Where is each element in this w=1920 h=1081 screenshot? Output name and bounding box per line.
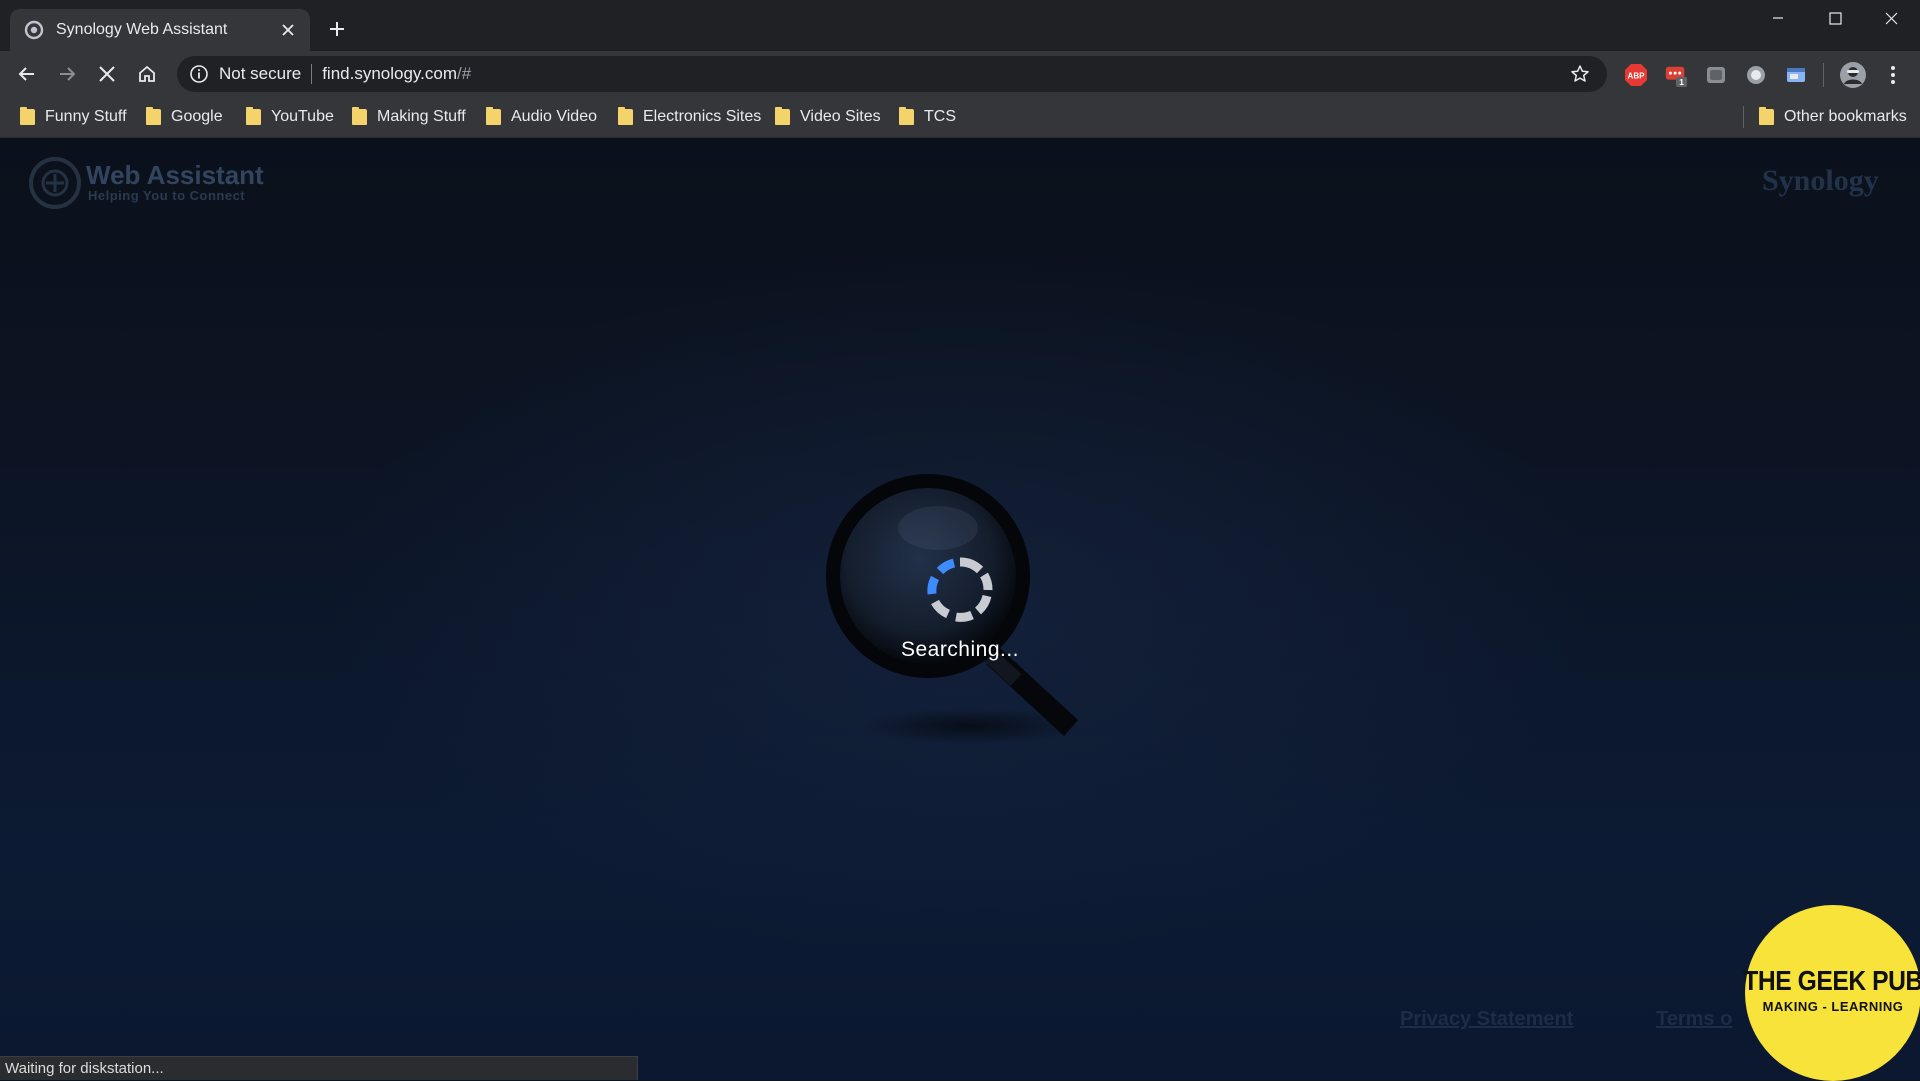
folder-icon xyxy=(246,107,261,125)
window-extension-icon[interactable] xyxy=(1784,63,1808,87)
bookmark-google[interactable]: Google xyxy=(146,106,223,128)
folder-icon xyxy=(352,107,367,125)
back-arrow-icon[interactable] xyxy=(11,58,43,90)
bookmark-funny-stuff[interactable]: Funny Stuff xyxy=(20,106,127,128)
profile-avatar-icon[interactable] xyxy=(1839,61,1867,89)
tab-strip: Synology Web Assistant xyxy=(0,0,1920,51)
screenshot-extension-icon[interactable] xyxy=(1704,63,1728,87)
menu-kebab-icon[interactable] xyxy=(1881,63,1905,87)
new-tab-icon[interactable] xyxy=(324,16,350,42)
bookmarks-separator xyxy=(1743,106,1744,128)
bookmark-video-sites[interactable]: Video Sites xyxy=(775,106,881,128)
bookmark-other-bookmarks[interactable]: Other bookmarks xyxy=(1759,106,1907,128)
searching-status: Searching... xyxy=(900,638,1020,661)
maximize-icon[interactable] xyxy=(1806,0,1864,36)
watermark-subtitle: MAKING - LEARNING xyxy=(1762,998,1904,1014)
bookmark-label: Google xyxy=(171,108,223,125)
folder-icon xyxy=(618,107,633,125)
browser-tab[interactable]: Synology Web Assistant xyxy=(10,9,310,51)
terms-link[interactable]: Terms o xyxy=(1656,1008,1732,1031)
bookmark-label: Other bookmarks xyxy=(1784,108,1907,125)
synology-favicon-icon xyxy=(24,20,44,40)
web-assistant-title: Web Assistant xyxy=(86,160,264,190)
forward-arrow-icon[interactable] xyxy=(51,58,83,90)
todoist-extension-icon[interactable]: 1 xyxy=(1664,63,1688,87)
bookmarks-bar: Funny Stuff Google YouTube Making Stuff … xyxy=(0,97,1920,138)
address-separator xyxy=(311,64,313,84)
web-assistant-page: Web Assistant Helping You to Connect Syn… xyxy=(0,138,1920,1080)
url-text[interactable]: find.synology.com/# xyxy=(322,64,1565,84)
info-icon[interactable] xyxy=(189,64,209,84)
adblock-label: ABP xyxy=(1628,72,1646,81)
geek-pub-watermark: THE GEEK PUB MAKING - LEARNING xyxy=(1743,905,1920,1081)
bookmark-label: TCS xyxy=(924,108,956,125)
url-path: /# xyxy=(457,64,472,83)
folder-icon xyxy=(899,107,914,125)
web-assistant-subtitle: Helping You to Connect xyxy=(88,188,246,203)
browser-toolbar: Not secure find.synology.com/# ABP 1 xyxy=(0,51,1920,97)
privacy-statement-link[interactable]: Privacy Statement xyxy=(1400,1008,1573,1031)
folder-icon xyxy=(1759,107,1774,125)
stop-loading-icon[interactable] xyxy=(91,58,123,90)
adblock-plus-icon[interactable]: ABP xyxy=(1624,63,1648,87)
bookmark-label: YouTube xyxy=(271,108,334,125)
folder-icon xyxy=(486,107,501,125)
bookmark-label: Audio Video xyxy=(511,108,597,125)
record-extension-icon[interactable] xyxy=(1744,63,1768,87)
bookmark-label: Making Stuff xyxy=(377,108,466,125)
bookmark-label: Video Sites xyxy=(800,108,881,125)
home-icon[interactable] xyxy=(131,58,163,90)
folder-icon xyxy=(20,107,35,125)
minimize-icon[interactable] xyxy=(1749,0,1807,36)
bookmark-youtube[interactable]: YouTube xyxy=(246,106,334,128)
bookmark-audio-video[interactable]: Audio Video xyxy=(486,106,597,128)
watermark-title: THE GEEK PUB xyxy=(1743,964,1920,996)
bookmark-label: Funny Stuff xyxy=(45,108,127,125)
address-bar[interactable]: Not secure find.synology.com/# xyxy=(177,56,1607,92)
bookmark-star-icon[interactable] xyxy=(1565,59,1595,89)
url-host: find.synology.com xyxy=(322,64,458,83)
close-window-icon[interactable] xyxy=(1862,0,1920,36)
loading-spinner-icon xyxy=(927,557,993,622)
bookmark-electronics-sites[interactable]: Electronics Sites xyxy=(618,106,761,128)
bookmark-label: Electronics Sites xyxy=(643,108,762,125)
web-assistant-logo-icon xyxy=(29,157,81,209)
security-label[interactable]: Not secure xyxy=(219,64,301,84)
synology-brand-logo: Synology xyxy=(1762,164,1879,197)
extension-badge: 1 xyxy=(1679,77,1684,87)
tab-title: Synology Web Assistant xyxy=(56,21,228,38)
toolbar-separator xyxy=(1823,63,1824,87)
browser-status-bubble: Waiting for diskstation... xyxy=(0,1056,638,1080)
folder-icon xyxy=(775,107,790,125)
folder-icon xyxy=(146,107,161,125)
bookmark-tcs[interactable]: TCS xyxy=(899,106,956,128)
bookmark-making-stuff[interactable]: Making Stuff xyxy=(352,106,466,128)
tab-close-icon[interactable] xyxy=(276,18,300,42)
